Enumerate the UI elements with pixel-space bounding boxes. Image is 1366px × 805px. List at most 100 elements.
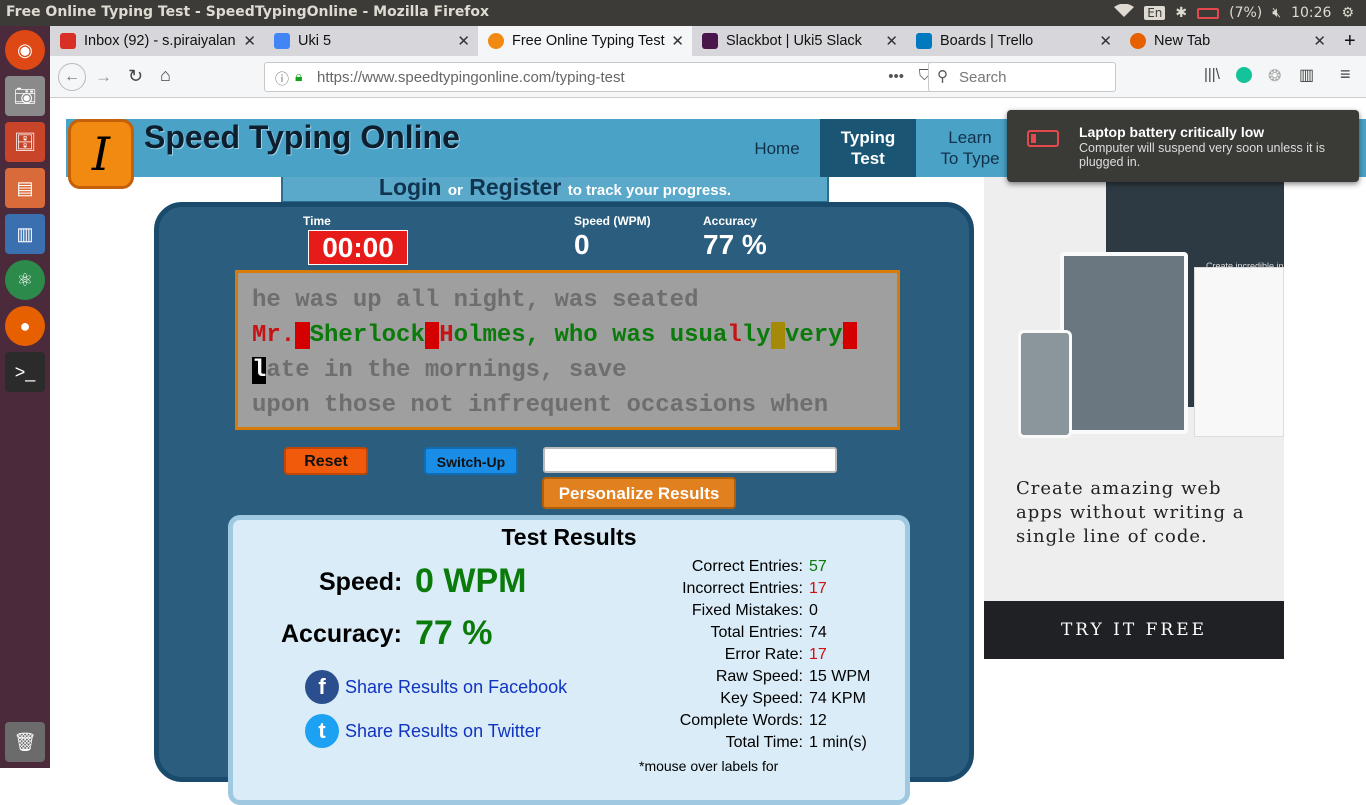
firefox-icon <box>1130 33 1146 49</box>
tab-typing-test[interactable]: Free Online Typing Test ✕ <box>478 26 692 56</box>
speed-result-label[interactable]: Speed: <box>319 568 402 597</box>
close-tab-icon[interactable]: ✕ <box>1099 32 1112 50</box>
tab-uki[interactable]: Uki 5 ✕ <box>264 26 478 56</box>
library-icon[interactable]: |||\ <box>1204 66 1220 83</box>
window-title: Free Online Typing Test - SpeedTypingOnl… <box>6 4 490 20</box>
result-row: Raw Speed: 15 WPM <box>603 666 903 688</box>
result-label[interactable]: Fixed Mistakes: <box>603 600 809 622</box>
result-label[interactable]: Total Time: <box>603 732 809 754</box>
accuracy-value: 77 % <box>703 229 767 260</box>
writer-app-icon[interactable]: ▥ <box>5 214 45 254</box>
google-classroom-icon <box>274 33 290 49</box>
slack-icon <box>702 33 718 49</box>
try-it-free-button[interactable]: TRY IT FREE <box>984 601 1284 659</box>
tab-trello[interactable]: Boards | Trello ✕ <box>906 26 1120 56</box>
tab-new-tab[interactable]: New Tab ✕ <box>1120 26 1334 56</box>
battery-low-icon <box>1027 130 1059 147</box>
close-tab-icon[interactable]: ✕ <box>457 32 470 50</box>
trash-icon[interactable]: 🗑︎ <box>5 722 45 762</box>
accuracy-result-label[interactable]: Accuracy: <box>281 620 402 649</box>
menu-learn-to-type[interactable]: Learn To Type <box>926 119 1014 177</box>
close-tab-icon[interactable]: ✕ <box>671 32 684 50</box>
register-link[interactable]: Register <box>469 174 561 200</box>
menu-typing-test[interactable]: Typing Test <box>820 119 916 177</box>
page-actions-icon[interactable]: ••• <box>888 68 904 85</box>
reset-button[interactable]: Reset <box>284 447 368 475</box>
result-value: 0 <box>809 602 818 619</box>
result-value: 17 <box>809 646 827 663</box>
grammarly-icon[interactable] <box>1236 67 1252 83</box>
result-row: Incorrect Entries: 17 <box>603 578 903 600</box>
site-logo[interactable]: I <box>68 119 134 189</box>
result-label[interactable]: Correct Entries: <box>603 556 809 578</box>
home-icon[interactable]: ⌂ <box>160 65 171 86</box>
typing-input[interactable] <box>543 447 837 473</box>
tab-label: New Tab <box>1154 33 1211 49</box>
share-facebook-link[interactable]: f Share Results on Facebook <box>305 670 567 704</box>
camera-app-icon[interactable]: 📷︎ <box>5 76 45 116</box>
power-gear-icon[interactable]: ⚙ <box>1341 5 1354 21</box>
switch-up-button[interactable]: Switch-Up <box>424 447 518 475</box>
extension-icon[interactable]: ❂ <box>1268 66 1281 86</box>
unity-launcher: ◉ 📷︎ 🗄︎ ▤ ▥ ⚛ ● >_ 🗑︎ <box>0 26 50 768</box>
new-tab-button[interactable]: + <box>1334 26 1366 56</box>
ad-text: Create amazing web apps without writing … <box>1016 478 1245 547</box>
system-tray: En ✱ (7%) 🔇︎ 10:26 ⚙ <box>1114 0 1366 26</box>
forward-arrow-icon[interactable]: → <box>95 67 112 87</box>
battery-notification[interactable]: Laptop battery critically low Computer w… <box>1007 110 1359 182</box>
ad-monitor-image <box>1194 267 1284 437</box>
site-name[interactable]: Speed Typing Online <box>144 119 460 156</box>
close-tab-icon[interactable]: ✕ <box>1313 32 1326 50</box>
twitter-icon: t <box>305 714 339 748</box>
text-line-3: late in the mornings, save <box>252 353 897 388</box>
battery-icon[interactable] <box>1197 7 1220 19</box>
gmail-icon <box>60 33 76 49</box>
result-row: Key Speed: 74 KPM <box>603 688 903 710</box>
sidebar-icon[interactable]: ▥ <box>1299 65 1314 85</box>
result-label[interactable]: Error Rate: <box>603 644 809 666</box>
navigation-toolbar: ← → ↻ ⌂ ⓘ 🔒︎ https://www.speedtypingonli… <box>50 56 1366 98</box>
clock[interactable]: 10:26 <box>1291 5 1331 21</box>
result-row: Correct Entries: 57 <box>603 556 903 578</box>
result-label[interactable]: Key Speed: <box>603 688 809 710</box>
url-bar[interactable]: ⓘ 🔒︎ https://www.speedtypingonline.com/t… <box>264 62 967 92</box>
files-app-icon[interactable]: 🗄︎ <box>5 122 45 162</box>
login-link[interactable]: Login <box>379 174 442 200</box>
wifi-icon[interactable] <box>1114 3 1135 22</box>
result-label[interactable]: Complete Words: <box>603 710 809 732</box>
ubuntu-dash-icon[interactable]: ◉ <box>5 30 45 70</box>
hamburger-menu-icon[interactable]: ≡ <box>1340 64 1351 85</box>
result-label[interactable]: Raw Speed: <box>603 666 809 688</box>
ad-tablet-image <box>1060 252 1188 434</box>
keyboard-layout-indicator[interactable]: En <box>1144 6 1166 20</box>
close-tab-icon[interactable]: ✕ <box>885 32 898 50</box>
reload-icon[interactable]: ↻ <box>128 66 143 87</box>
info-icon[interactable]: ⓘ <box>275 69 289 89</box>
atom-editor-icon[interactable]: ⚛ <box>5 260 45 300</box>
result-row: Complete Words: 12 <box>603 710 903 732</box>
firefox-app-icon[interactable]: ● <box>5 306 45 346</box>
advertisement[interactable]: Create incredible in Create amazing web … <box>984 177 1284 659</box>
browser-tab-strip: Inbox (92) - s.piraiyalan ✕ Uki 5 ✕ Free… <box>50 26 1366 56</box>
tab-gmail[interactable]: Inbox (92) - s.piraiyalan ✕ <box>50 26 264 56</box>
terminal-app-icon[interactable]: >_ <box>5 352 45 392</box>
close-tab-icon[interactable]: ✕ <box>243 32 256 50</box>
volume-muted-icon[interactable]: 🔇︎ <box>1272 5 1281 21</box>
result-label[interactable]: Incorrect Entries: <box>603 578 809 600</box>
result-value: 15 WPM <box>809 668 871 685</box>
impress-app-icon[interactable]: ▤ <box>5 168 45 208</box>
share-twitter-link[interactable]: t Share Results on Twitter <box>305 714 541 748</box>
typing-text-area[interactable]: he was up all night, was seated Mr._Sher… <box>235 270 900 430</box>
tab-label: Boards | Trello <box>940 33 1034 49</box>
web-page: I Speed Typing Online Home Typing Test L… <box>50 99 1366 805</box>
personalize-results-button[interactable]: Personalize Results <box>542 477 736 509</box>
bluetooth-icon[interactable]: ✱ <box>1175 5 1187 21</box>
back-arrow-icon[interactable]: ← <box>58 63 86 91</box>
result-label[interactable]: Total Entries: <box>603 622 809 644</box>
tab-slack[interactable]: Slackbot | Uki5 Slack ✕ <box>692 26 906 56</box>
text-line-2: Mr._Sherlock_Holmes, who was usually_ver… <box>252 322 857 349</box>
speed-label: Speed (WPM) <box>574 214 651 228</box>
menu-home[interactable]: Home <box>742 119 812 177</box>
search-input[interactable]: ⚲ Search <box>928 62 1116 92</box>
result-value: 57 <box>809 558 827 575</box>
